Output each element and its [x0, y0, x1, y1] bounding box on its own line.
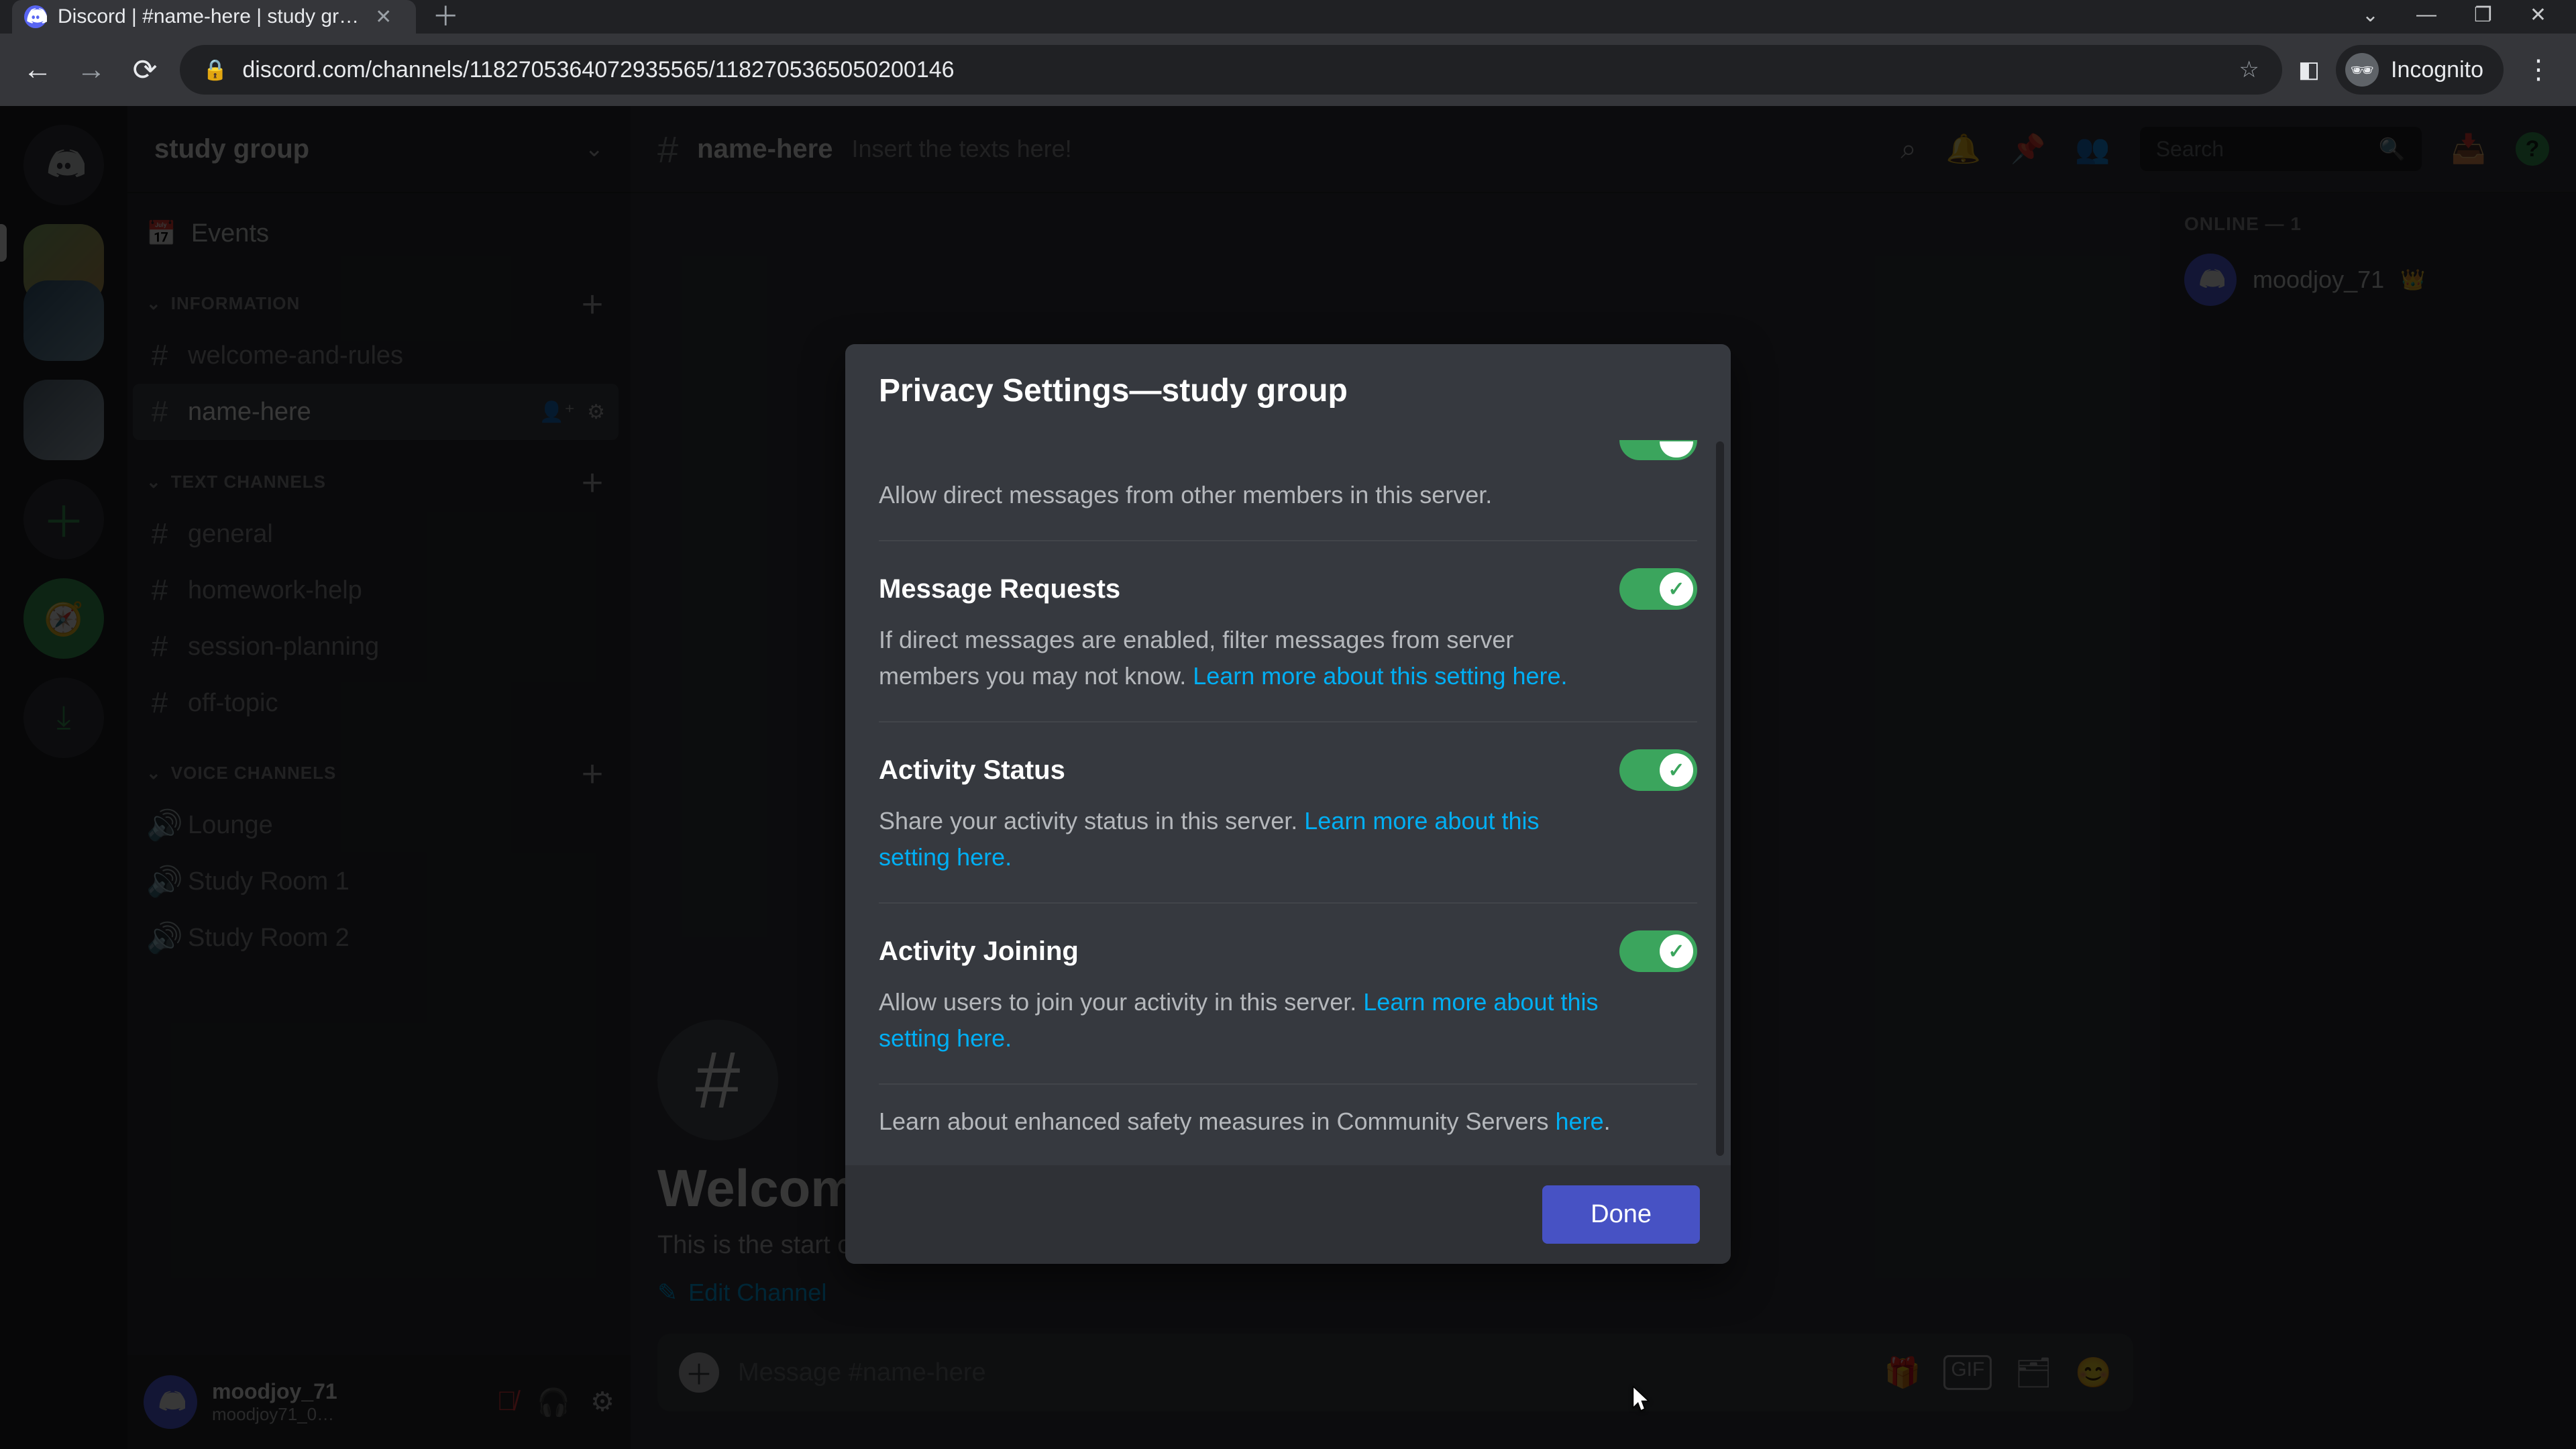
setting-description: Allow direct messages from other members…	[879, 477, 1603, 513]
browser-toolbar: ← → ⟳ 🔒 discord.com/channels/11827053640…	[0, 34, 2576, 106]
modal-header: Privacy Settings—study group	[845, 344, 1731, 432]
setting-title: Activity Joining	[879, 936, 1079, 967]
tab-strip: Discord | #name-here | study gr… ✕ ＋	[0, 0, 2362, 34]
discord-app: ＋ 🧭 ⤓ study group ⌄ 📅 Events ⌄ INFORMATI…	[0, 106, 2576, 1449]
toggle-activity-joining[interactable]: ✓	[1619, 930, 1697, 972]
toggle-activity-status[interactable]: ✓	[1619, 749, 1697, 791]
modal-body[interactable]: Direct Messages Allow direct messages fr…	[845, 432, 1731, 1165]
setting-activity-joining: Activity Joining ✓ Allow users to join y…	[879, 902, 1697, 1083]
toggle-direct-messages[interactable]	[1619, 440, 1697, 460]
community-servers-link[interactable]: here	[1556, 1108, 1604, 1135]
privacy-settings-modal: Privacy Settings—study group Direct Mess…	[845, 344, 1731, 1264]
url-text: discord.com/channels/1182705364072935565…	[242, 57, 954, 83]
extensions-icon[interactable]: ◧	[2298, 56, 2320, 83]
incognito-label: Incognito	[2391, 57, 2483, 83]
incognito-icon: 🕶	[2345, 53, 2379, 87]
setting-description: Share your activity status in this serve…	[879, 803, 1603, 875]
setting-title: Activity Status	[879, 755, 1065, 786]
nav-back-icon[interactable]: ←	[19, 53, 56, 87]
caret-down-icon[interactable]: ⌄	[2362, 3, 2379, 27]
address-bar[interactable]: 🔒 discord.com/channels/11827053640729355…	[180, 45, 2282, 95]
tab-title: Discord | #name-here | study gr…	[58, 5, 359, 28]
done-button[interactable]: Done	[1542, 1185, 1700, 1244]
modal-title: Privacy Settings—study group	[879, 372, 1697, 409]
setting-description: Allow users to join your activity in thi…	[879, 984, 1603, 1057]
nav-forward-icon[interactable]: →	[72, 53, 110, 87]
lock-icon: 🔒	[203, 58, 227, 82]
new-tab-button[interactable]: ＋	[416, 0, 475, 34]
window-restore-icon[interactable]: ❐	[2474, 3, 2492, 27]
modal-footer: Done	[845, 1165, 1731, 1264]
learn-more-link[interactable]: Learn more about this setting here.	[1193, 662, 1567, 690]
nav-reload-icon[interactable]: ⟳	[126, 53, 164, 87]
setting-description: If direct messages are enabled, filter m…	[879, 622, 1603, 694]
browser-menu-icon[interactable]: ⋮	[2520, 54, 2557, 85]
window-minimize-icon[interactable]: —	[2416, 3, 2436, 27]
browser-tab-active[interactable]: Discord | #name-here | study gr… ✕	[12, 0, 416, 34]
window-close-icon[interactable]: ✕	[2530, 3, 2546, 27]
setting-direct-messages: Direct Messages Allow direct messages fr…	[879, 432, 1697, 540]
window-controls: ⌄ — ❐ ✕	[2362, 3, 2576, 34]
discord-favicon	[24, 5, 47, 28]
bookmark-star-icon[interactable]: ☆	[2239, 56, 2259, 83]
tab-close-icon[interactable]: ✕	[370, 3, 397, 32]
incognito-indicator[interactable]: 🕶 Incognito	[2336, 45, 2504, 95]
modal-footer-note: Learn about enhanced safety measures in …	[879, 1083, 1697, 1165]
setting-activity-status: Activity Status ✓ Share your activity st…	[879, 721, 1697, 902]
browser-titlebar: Discord | #name-here | study gr… ✕ ＋ ⌄ —…	[0, 0, 2576, 34]
setting-title: Message Requests	[879, 574, 1120, 604]
toggle-message-requests[interactable]: ✓	[1619, 568, 1697, 610]
setting-message-requests: Message Requests ✓ If direct messages ar…	[879, 540, 1697, 721]
